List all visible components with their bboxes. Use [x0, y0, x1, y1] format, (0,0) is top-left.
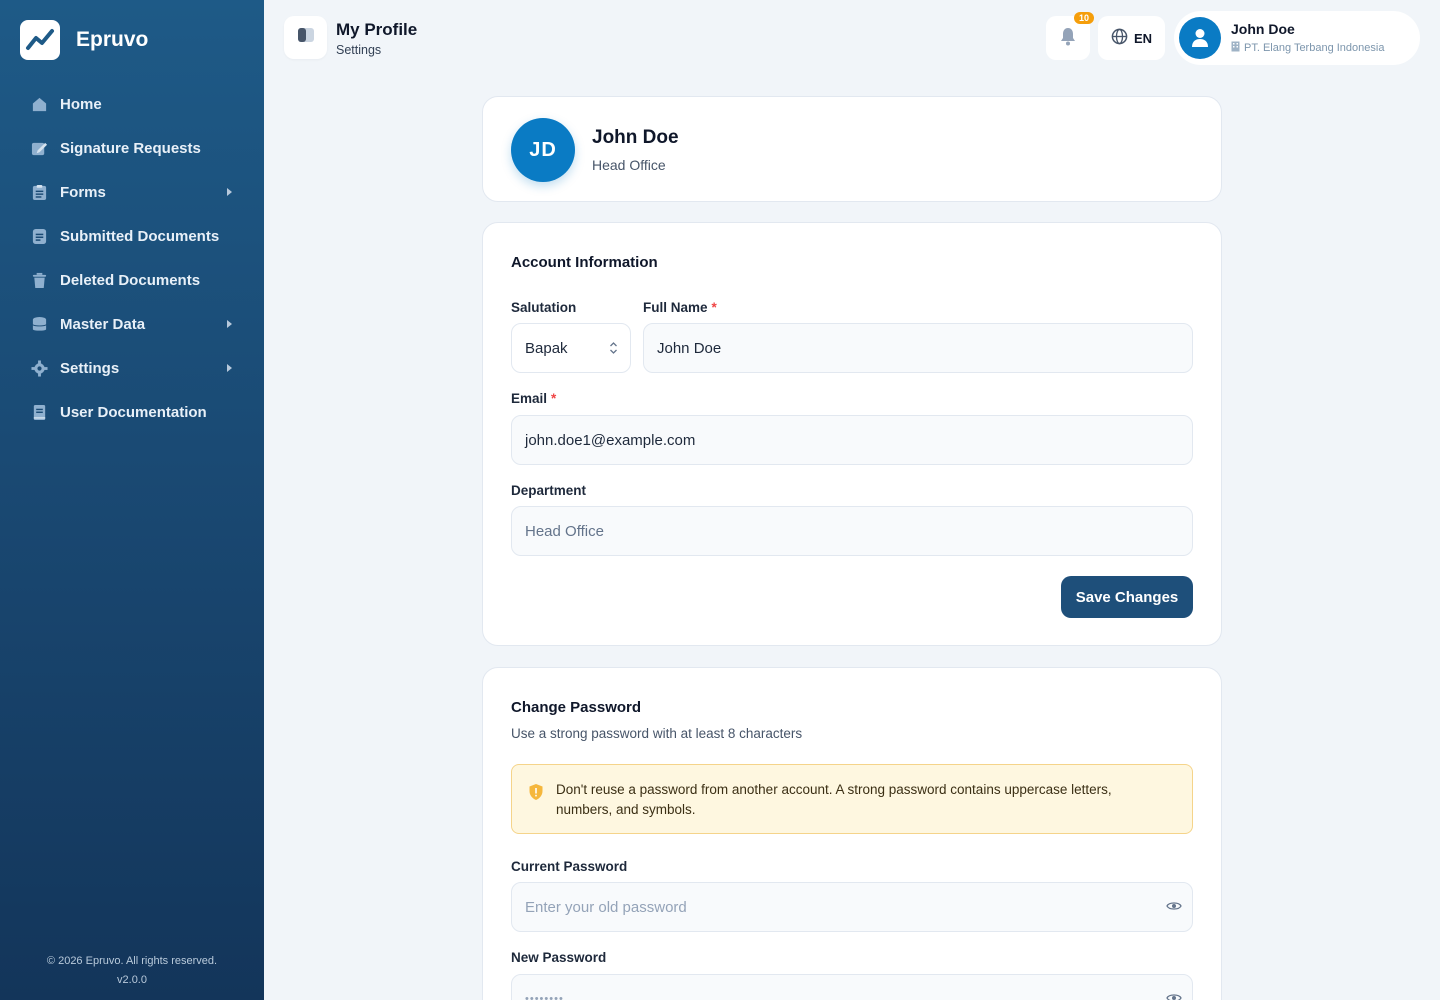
- database-icon: [30, 315, 48, 333]
- department-value: Head Office: [525, 522, 604, 540]
- sidebar: Epruvo Home Signature Requests Forms Sub…: [0, 0, 264, 1000]
- user-name: John Doe: [1231, 21, 1295, 37]
- fullname-value: John Doe: [657, 339, 722, 357]
- current-password-label: Current Password: [511, 859, 628, 874]
- clipboard-icon: [30, 183, 48, 201]
- eye-icon[interactable]: [1166, 899, 1182, 916]
- globe-icon: [1111, 28, 1128, 48]
- user-company: PT. Elang Terbang Indonesia: [1244, 42, 1385, 54]
- version-text: v2.0.0: [117, 974, 147, 986]
- language-label: EN: [1133, 30, 1153, 46]
- salutation-value: Bapak: [525, 339, 568, 357]
- sidebar-toggle-button[interactable]: [284, 16, 327, 59]
- document-icon: [30, 227, 48, 245]
- fullname-field[interactable]: John Doe: [643, 323, 1193, 373]
- email-value: john.doe1@example.com: [525, 431, 696, 449]
- current-password-field[interactable]: Enter your old password: [511, 882, 1193, 932]
- sidebar-item-user-documentation[interactable]: User Documentation: [20, 390, 244, 434]
- account-information-card: Account Information Salutation Full Name…: [482, 222, 1222, 646]
- breadcrumb: Settings: [336, 43, 382, 57]
- change-password-card: Change Password Use a strong password wi…: [482, 667, 1222, 1000]
- new-password-field[interactable]: ••••••••: [511, 974, 1193, 1000]
- new-password-label: New Password: [511, 950, 607, 965]
- eye-icon[interactable]: [1166, 991, 1182, 1000]
- department-label: Department: [511, 483, 587, 498]
- profile-department: Head Office: [592, 157, 666, 173]
- avatar: [1179, 17, 1221, 59]
- fullname-label: Full Name *: [643, 300, 717, 315]
- gear-icon: [30, 359, 48, 377]
- required-mark: *: [711, 300, 717, 315]
- sidebar-item-label: Forms: [60, 183, 106, 201]
- sidebar-item-label: Signature Requests: [60, 139, 201, 157]
- department-field: Head Office: [511, 506, 1193, 556]
- brand-name: Epruvo: [76, 28, 149, 51]
- building-icon: [1231, 41, 1240, 55]
- user-icon: [1192, 29, 1208, 47]
- current-password-placeholder: Enter your old password: [525, 898, 687, 916]
- sidebar-footer: © 2026 Epruvo. All rights reserved. v2.0…: [0, 952, 264, 990]
- chevron-right-icon: [227, 320, 232, 328]
- sidebar-item-label: Submitted Documents: [60, 227, 220, 245]
- sidebar-item-submitted-documents[interactable]: Submitted Documents: [20, 214, 244, 258]
- salutation-label: Salutation: [511, 300, 577, 315]
- sidebar-item-forms[interactable]: Forms: [20, 170, 244, 214]
- page-title: My Profile: [336, 20, 418, 39]
- bell-icon: [1059, 26, 1077, 51]
- password-warning-text: Don't reuse a password from another acco…: [556, 782, 1112, 817]
- shield-warning-icon: [528, 783, 544, 806]
- password-section-title: Change Password: [511, 699, 642, 716]
- chevron-right-icon: [227, 188, 232, 196]
- profile-avatar: JD: [511, 118, 575, 182]
- home-icon: [30, 95, 48, 113]
- email-label: Email *: [511, 391, 557, 406]
- account-section-title: Account Information: [511, 254, 658, 271]
- notifications-button[interactable]: 10: [1046, 12, 1094, 60]
- sidebar-item-label: Master Data: [60, 315, 146, 333]
- signature-icon: [30, 139, 48, 157]
- profile-name: John Doe: [592, 127, 679, 148]
- password-warning-alert: Don't reuse a password from another acco…: [511, 764, 1193, 834]
- sidebar-item-signature-requests[interactable]: Signature Requests: [20, 126, 244, 170]
- password-subtitle: Use a strong password with at least 8 ch…: [511, 726, 803, 741]
- email-field[interactable]: john.doe1@example.com: [511, 415, 1193, 465]
- sidebar-toggle-icon: [297, 27, 315, 48]
- sidebar-item-label: Home: [60, 95, 102, 113]
- chevron-right-icon: [227, 364, 232, 372]
- sidebar-nav: Home Signature Requests Forms Submitted …: [20, 82, 244, 434]
- sidebar-item-label: Settings: [60, 359, 120, 377]
- sidebar-item-label: User Documentation: [60, 403, 207, 421]
- sidebar-item-home[interactable]: Home: [20, 82, 244, 126]
- sidebar-item-deleted-documents[interactable]: Deleted Documents: [20, 258, 244, 302]
- notification-badge: 10: [1073, 12, 1094, 24]
- language-switcher[interactable]: EN: [1098, 16, 1165, 60]
- salutation-select[interactable]: Bapak: [511, 323, 631, 373]
- trash-icon: [30, 271, 48, 289]
- user-menu[interactable]: John Doe PT. Elang Terbang Indonesia: [1174, 11, 1420, 65]
- sidebar-item-label: Deleted Documents: [60, 271, 201, 289]
- sidebar-item-settings[interactable]: Settings: [20, 346, 244, 390]
- copyright-text: © 2026 Epruvo. All rights reserved.: [46, 955, 218, 967]
- save-changes-button[interactable]: Save Changes: [1061, 576, 1193, 618]
- book-icon: [30, 403, 48, 421]
- logo-icon: [20, 20, 60, 60]
- new-password-placeholder: ••••••••: [525, 993, 564, 1000]
- page-header: My Profile Settings: [336, 20, 417, 57]
- profile-card: JD John Doe Head Office: [482, 96, 1222, 202]
- sidebar-item-master-data[interactable]: Master Data: [20, 302, 244, 346]
- brand[interactable]: Epruvo: [20, 20, 148, 60]
- required-mark: *: [551, 391, 557, 406]
- chevron-up-down-icon: [609, 341, 618, 359]
